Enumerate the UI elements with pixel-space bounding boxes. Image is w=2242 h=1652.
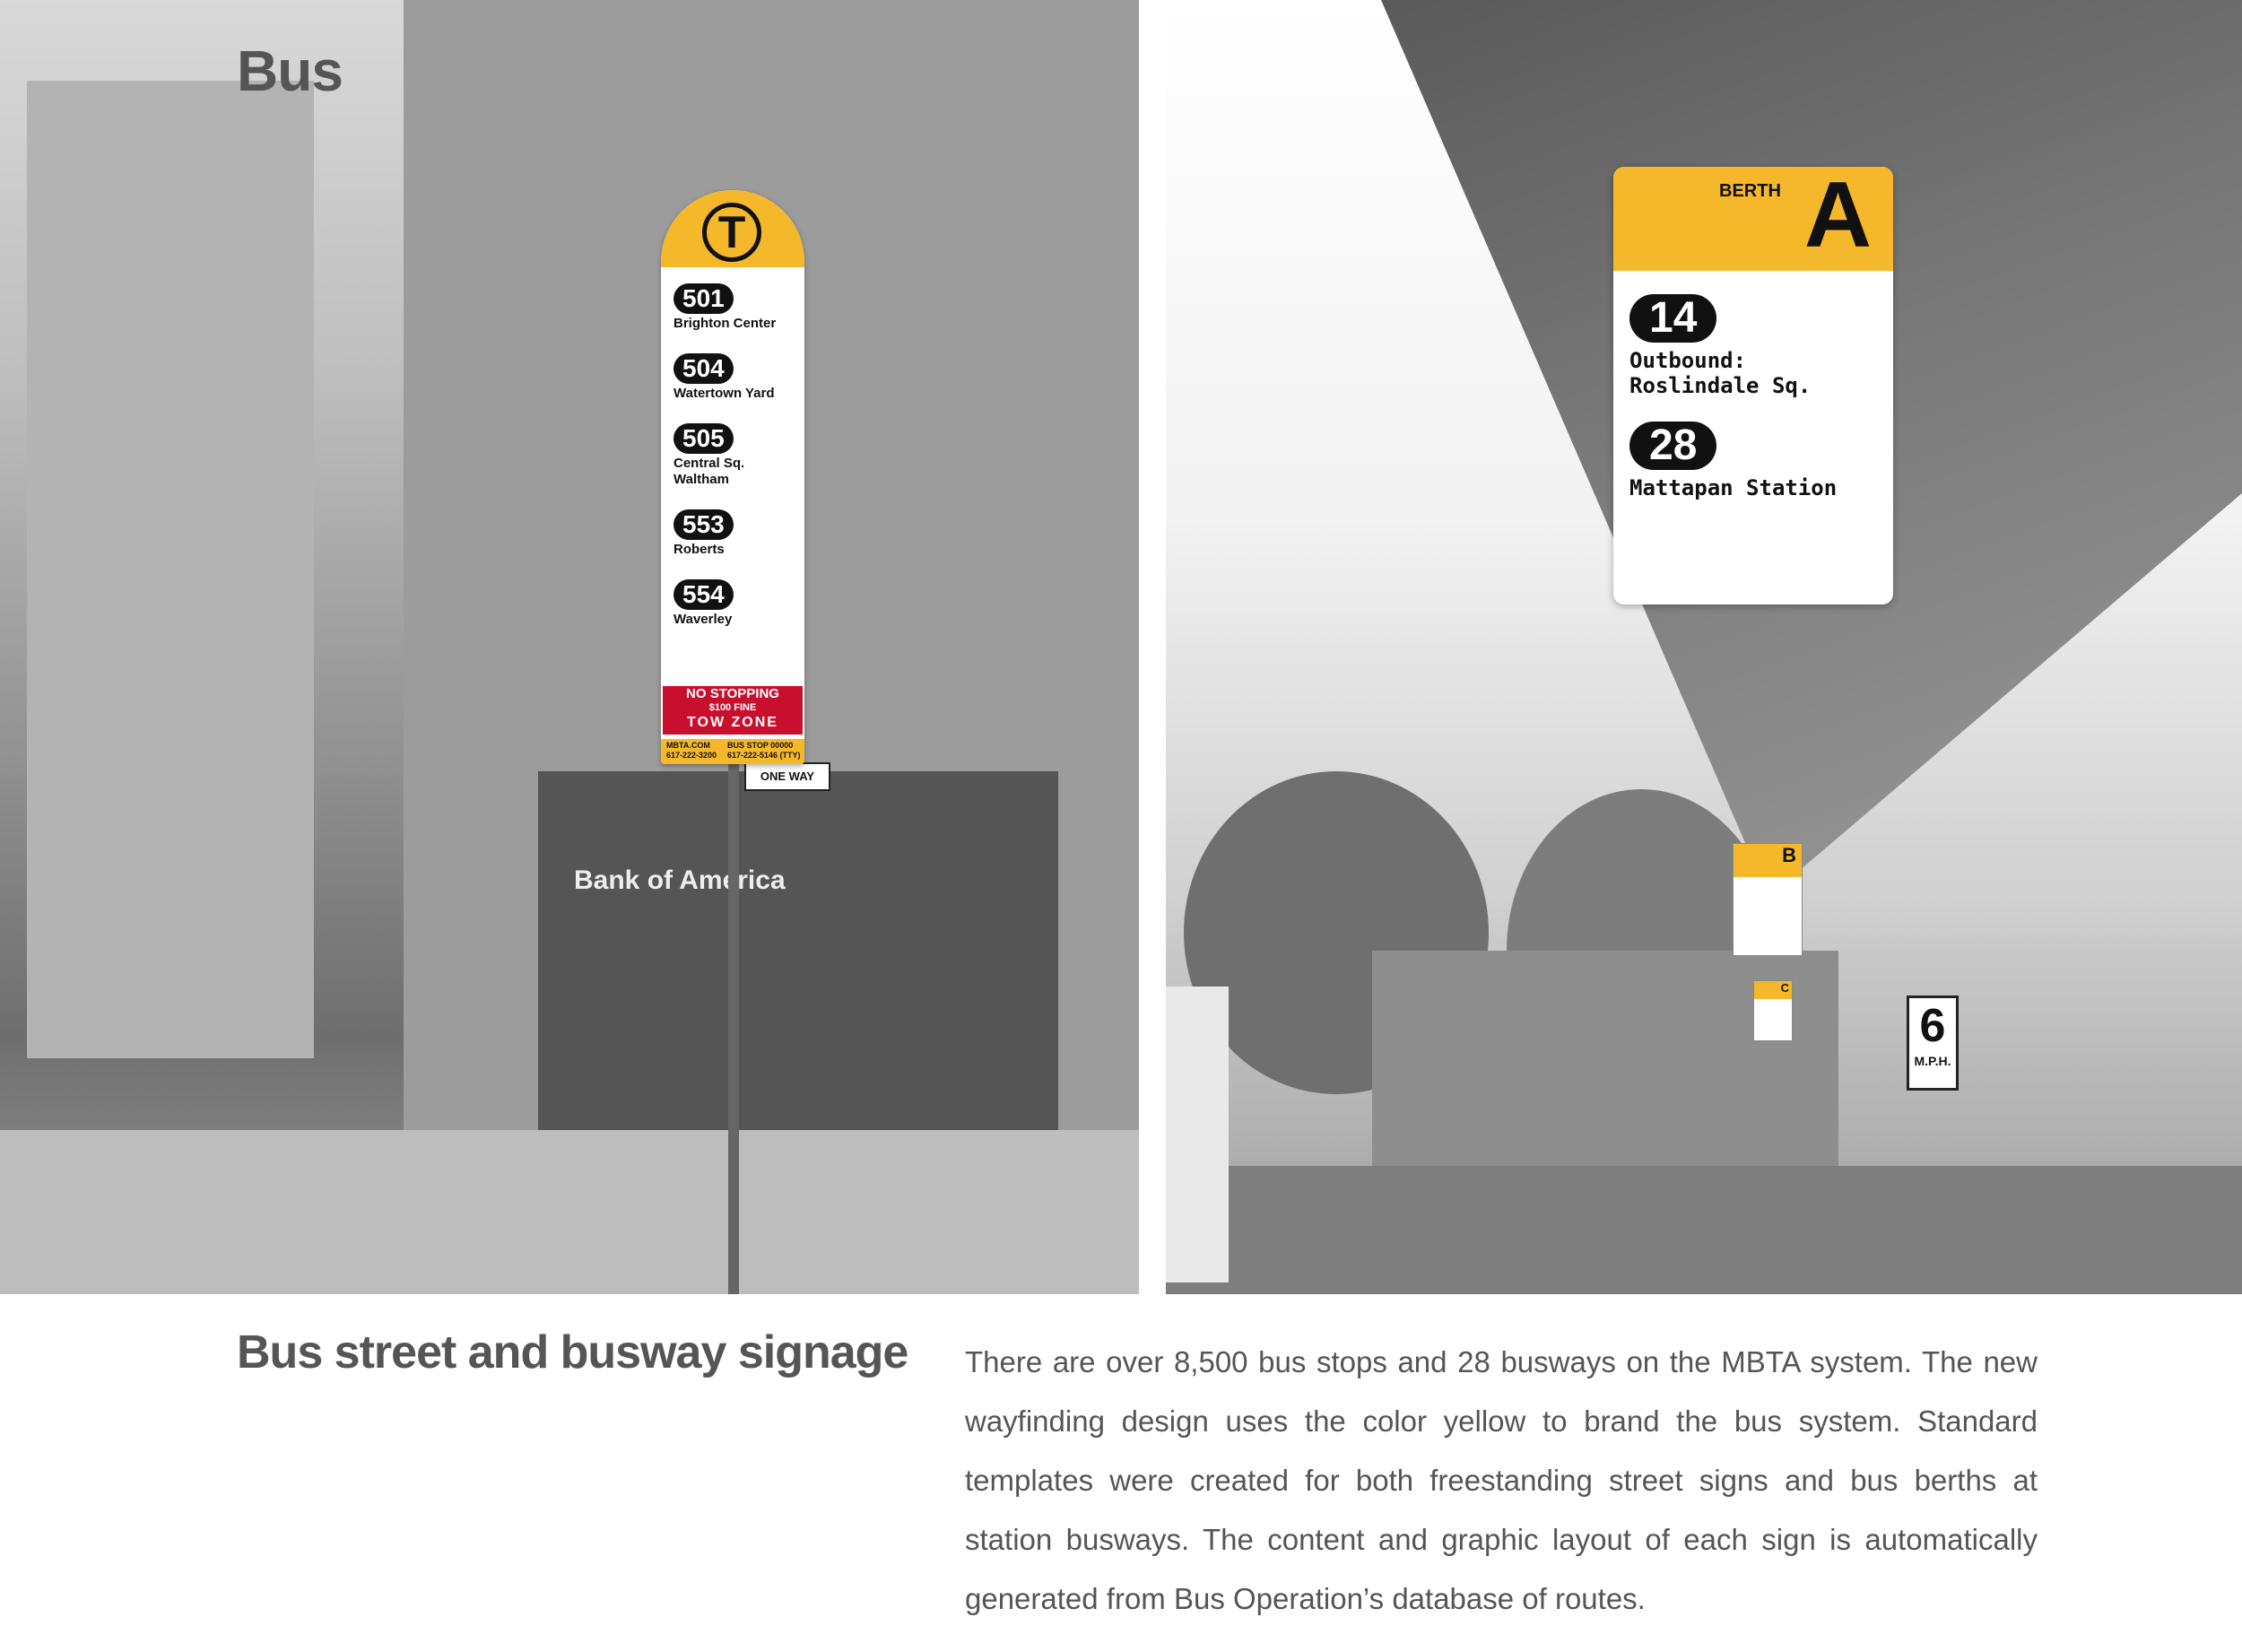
footer-stop-id: BUS STOP 00000 [727, 741, 794, 750]
route-item: 504 Watertown Yard [673, 353, 775, 402]
berth-route-destination: Mattapan Station [1629, 475, 1838, 500]
sign-footer: MBTA.COM 617-222-3200 BUS STOP 00000 617… [661, 739, 804, 764]
speed-limit-sign: 6 M.P.H. [1907, 996, 1959, 1091]
route-item: 554 Waverley [673, 579, 734, 628]
berth-label: BERTH [1719, 181, 1781, 201]
no-stopping-line1: NO STOPPING [686, 686, 779, 701]
route-item: 505 Central Sq. Waltham [673, 423, 781, 488]
speed-limit-number: 6 [1919, 1000, 1946, 1052]
route-destination: Central Sq. Waltham [673, 456, 745, 487]
one-way-sign: ONE WAY [744, 762, 830, 791]
berth-sign-header: BERTH A [1613, 167, 1893, 271]
left-building [27, 81, 314, 1058]
route-item: 501 Brighton Center [673, 283, 776, 332]
speed-limit-unit: M.P.H. [1914, 1054, 1951, 1068]
bus-stop-street-sign: T 501 Brighton Center 504 Watertown Yard… [661, 190, 804, 764]
busway-road [1166, 1166, 2242, 1294]
no-stopping-line2: $100 FINE [708, 702, 757, 713]
no-stopping-line3: TOW ZONE [687, 715, 778, 730]
route-number: 505 [673, 423, 734, 454]
storefront [538, 771, 1058, 1130]
berth-letter: A [1803, 167, 1872, 267]
bank-name-text: Bank of America [574, 865, 786, 895]
body-paragraph: There are over 8,500 bus stops and 28 bu… [965, 1345, 2038, 1615]
route-destination: Brighton Center [673, 316, 777, 331]
mbta-t-logo-icon: T [702, 203, 761, 262]
page-title: Bus [237, 39, 343, 103]
route-number: 501 [673, 283, 734, 314]
mini-berth-c-letter: C [1780, 981, 1789, 995]
route-destination: Watertown Yard [673, 386, 775, 401]
berth-route-item: 28 Mattapan Station [1629, 422, 1837, 500]
sign-pole [728, 764, 739, 1294]
footer-phone: 617-222-3200 [666, 751, 717, 760]
route-destination: Roberts [673, 542, 725, 557]
section-title: Bus street and busway signage [237, 1326, 908, 1378]
berth-route-destination: Outbound: Roslindale Sq. [1629, 348, 1812, 398]
street-road [0, 1130, 1139, 1294]
no-stopping-panel: NO STOPPING $100 FINE TOW ZONE [663, 686, 803, 735]
route-item: 553 Roberts [673, 509, 734, 558]
mini-berth-sign-c: C [1753, 980, 1793, 1041]
mini-berth-b-letter: B [1782, 844, 1796, 866]
route-number: 554 [673, 579, 734, 610]
sign-cap: T [661, 190, 804, 267]
berth-route-number: 28 [1629, 422, 1717, 470]
bus [1166, 987, 1229, 1282]
footer-website: MBTA.COM [666, 741, 710, 750]
route-destination: Waverley [673, 612, 733, 627]
berth-route-item: 14 Outbound: Roslindale Sq. [1629, 294, 1836, 398]
berth-route-number: 14 [1629, 294, 1717, 343]
mini-berth-sign-b: B [1733, 843, 1803, 956]
footer-tty: 617-222-5146 (TTY) [727, 751, 801, 760]
street-photo: Bank of America ONE WAY [0, 0, 1139, 1294]
route-number: 504 [673, 353, 734, 384]
berth-sign: BERTH A 14 Outbound: Roslindale Sq. 28 M… [1613, 167, 1893, 604]
route-number: 553 [673, 509, 734, 540]
